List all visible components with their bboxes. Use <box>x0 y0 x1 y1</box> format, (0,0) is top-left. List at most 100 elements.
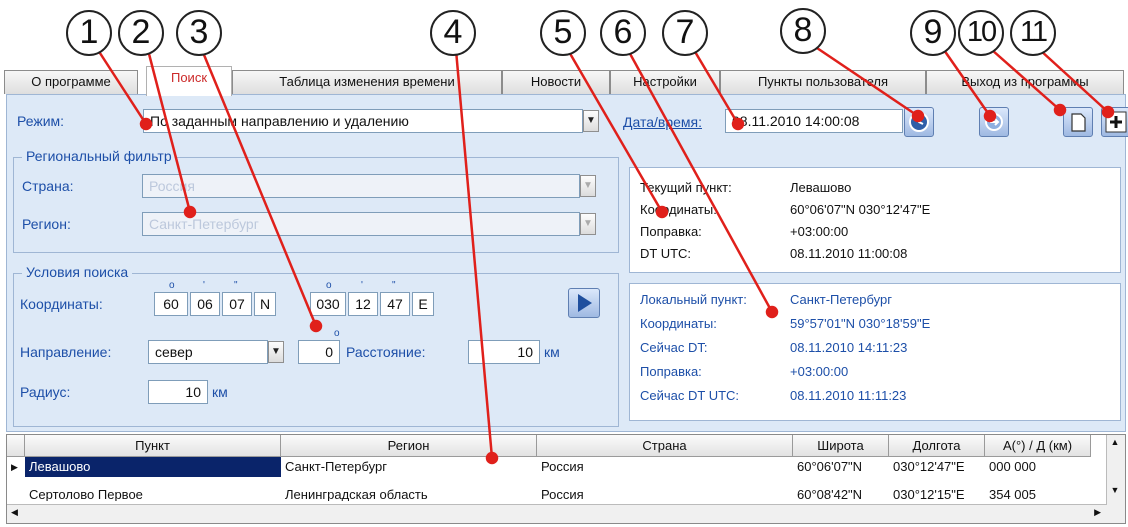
table-cell-country[interactable]: Россия <box>537 457 793 477</box>
radius-label: Радиус: <box>20 384 71 400</box>
tab-settings[interactable]: Настройки <box>610 70 720 94</box>
mode-label: Режим: <box>17 113 65 129</box>
current-utc-label: DT UTC: <box>640 246 692 261</box>
lon-hemisphere-field[interactable]: E <box>412 292 434 316</box>
table-cell-point[interactable]: Левашово <box>25 457 281 477</box>
angle-degree-mark: o <box>334 328 340 339</box>
country-dropdown-button[interactable]: ▼ <box>580 175 596 197</box>
angle-field[interactable]: 0 <box>298 340 340 364</box>
table-cell-azimuth-distance[interactable]: 000 000 <box>985 457 1091 477</box>
lat-hemisphere-field[interactable]: N <box>254 292 276 316</box>
lon-minutes-field[interactable]: 12 <box>348 292 378 316</box>
tab-user-points[interactable]: Пункты пользователя <box>720 70 926 94</box>
table-cell-longitude[interactable]: 030°12'47"E <box>889 457 985 477</box>
lat-seconds-field[interactable]: 07 <box>222 292 252 316</box>
current-point-value: Левашово <box>790 180 852 195</box>
callout-8: 8 <box>780 8 826 54</box>
results-table: Пункт Регион Страна Широта Долгота А(°) … <box>6 434 1126 524</box>
local-now-label: Сейчас DT: <box>640 340 708 355</box>
scroll-left-icon[interactable]: ◀ <box>11 507 18 518</box>
scroll-right-icon[interactable]: ▶ <box>1094 507 1101 518</box>
horizontal-scrollbar[interactable]: ◀ ▶ <box>7 504 1107 523</box>
datetime-field[interactable]: 08.11.2010 14:00:08 <box>725 109 903 133</box>
callout-9: 9 <box>910 10 956 56</box>
table-row[interactable]: ▶ Левашово Санкт-Петербург Россия 60°06'… <box>7 457 1091 477</box>
local-utc-value: 08.11.2010 11:11:23 <box>790 388 907 403</box>
column-header-point[interactable]: Пункт <box>25 435 281 457</box>
region-dropdown-button[interactable]: ▼ <box>580 213 596 235</box>
current-utc-value: 08.11.2010 11:00:08 <box>790 246 908 261</box>
region-select[interactable]: Санкт-Петербург <box>142 212 580 236</box>
local-coords-label: Координаты: <box>640 316 717 331</box>
callout-11: 11 <box>1010 10 1056 56</box>
radius-field[interactable]: 10 <box>148 380 208 404</box>
lon-degree-mark: o <box>326 280 332 291</box>
direction-select[interactable]: север <box>148 340 268 364</box>
table-cell-country[interactable]: Россия <box>537 485 793 501</box>
tab-about[interactable]: О программе <box>4 70 138 94</box>
mode-dropdown-button[interactable]: ▼ <box>583 110 599 132</box>
arrow-icon <box>985 113 1003 131</box>
local-offset-label: Поправка: <box>640 364 702 379</box>
lat-second-mark: " <box>234 280 238 291</box>
current-point-info: Текущий пункт: Левашово Координаты: 60°0… <box>629 167 1121 273</box>
clock-button[interactable] <box>904 107 934 137</box>
table-cell-region[interactable]: Ленинградская область <box>281 485 537 501</box>
lat-degree-mark: o <box>169 280 175 291</box>
table-cell-longitude[interactable]: 030°12'15"E <box>889 485 985 501</box>
tab-exit[interactable]: Выход из программы <box>926 70 1124 94</box>
region-filter-title: Региональный фильтр <box>22 148 176 164</box>
refresh-button[interactable] <box>979 107 1009 137</box>
lat-minutes-field[interactable]: 06 <box>190 292 220 316</box>
column-header-latitude[interactable]: Широта <box>793 435 889 457</box>
table-cell-azimuth-distance[interactable]: 354 005 <box>985 485 1091 501</box>
column-header-country[interactable]: Страна <box>537 435 793 457</box>
local-now-value: 08.11.2010 14:11:23 <box>790 340 908 355</box>
tab-search[interactable]: Поиск <box>146 66 232 96</box>
column-header-longitude[interactable]: Долгота <box>889 435 985 457</box>
scroll-down-icon[interactable]: ▼ <box>1109 485 1121 499</box>
search-go-button[interactable] <box>568 288 600 318</box>
add-icon <box>1105 111 1127 133</box>
direction-label: Направление: <box>20 344 112 360</box>
table-row[interactable]: Сертолово Первое Ленинградская область Р… <box>7 481 1091 501</box>
mode-select[interactable]: По заданным направлению и удалению <box>143 109 583 133</box>
current-offset-label: Поправка: <box>640 224 702 239</box>
radius-unit: км <box>212 384 228 400</box>
lon-second-mark: " <box>392 280 396 291</box>
table-cell-latitude[interactable]: 60°06'07"N <box>793 457 889 477</box>
new-document-icon <box>1071 113 1086 132</box>
distance-unit: км <box>544 344 560 360</box>
callout-5: 5 <box>540 10 586 56</box>
column-header-region[interactable]: Регион <box>281 435 537 457</box>
row-indicator-header <box>7 435 25 457</box>
country-select[interactable]: Россия <box>142 174 580 198</box>
table-cell-latitude[interactable]: 60°08'42"N <box>793 485 889 501</box>
tab-time-change-table[interactable]: Таблица изменения времени <box>232 70 502 94</box>
local-coords-value: 59°57'01"N 030°18'59"E <box>790 316 931 331</box>
vertical-scrollbar[interactable]: ▲ ▼ <box>1106 435 1125 523</box>
direction-dropdown-button[interactable]: ▼ <box>268 341 284 363</box>
add-button[interactable] <box>1101 107 1128 137</box>
lat-degrees-field[interactable]: 60 <box>154 292 188 316</box>
table-cell-region[interactable]: Санкт-Петербург <box>281 457 537 477</box>
search-conditions-title: Условия поиска <box>22 264 133 280</box>
local-utc-label: Сейчас DT UTC: <box>640 388 740 403</box>
distance-field[interactable]: 10 <box>468 340 540 364</box>
table-cell-point[interactable]: Сертолово Первое <box>25 485 281 501</box>
callout-10: 10 <box>958 10 1004 56</box>
datetime-label: Дата/время: <box>623 114 702 130</box>
play-icon <box>578 294 592 312</box>
current-point-label: Текущий пункт: <box>640 180 732 195</box>
lon-seconds-field[interactable]: 47 <box>380 292 410 316</box>
scroll-up-icon[interactable]: ▲ <box>1109 437 1121 451</box>
new-document-button[interactable] <box>1063 107 1093 137</box>
callout-3: 3 <box>176 10 222 56</box>
callout-1: 1 <box>66 10 112 56</box>
region-label: Регион: <box>22 216 71 232</box>
country-label: Страна: <box>22 178 74 194</box>
lon-minute-mark: ' <box>361 280 363 291</box>
tab-news[interactable]: Новости <box>502 70 610 94</box>
lon-degrees-field[interactable]: 030 <box>310 292 346 316</box>
column-header-azimuth-distance[interactable]: А(°) / Д (км) <box>985 435 1091 457</box>
